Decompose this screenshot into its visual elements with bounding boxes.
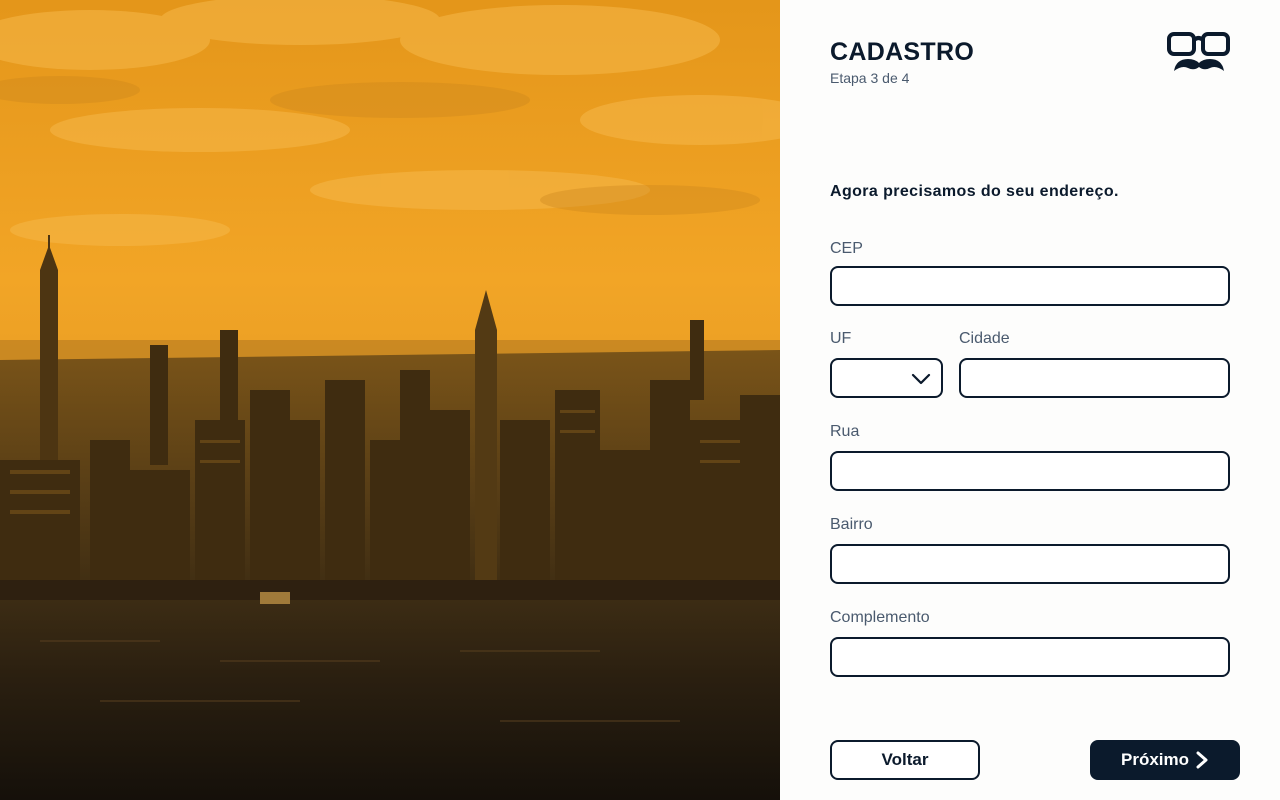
page-title: CADASTRO <box>830 38 975 66</box>
cidade-input[interactable] <box>961 360 1228 396</box>
complemento-field-box <box>830 637 1230 677</box>
chevron-right-icon <box>1195 751 1209 769</box>
cidade-label: Cidade <box>959 330 1010 347</box>
bairro-label: Bairro <box>830 516 873 533</box>
cep-label: CEP <box>830 240 863 257</box>
chevron-down-icon <box>911 369 931 389</box>
uf-label: UF <box>830 330 852 347</box>
city-skyline-image <box>0 0 780 800</box>
bairro-field-box <box>830 544 1230 584</box>
form-intro: Agora precisamos do seu endereço. <box>830 183 1119 200</box>
step-indicator: Etapa 3 de 4 <box>830 70 910 86</box>
next-button[interactable]: Próximo <box>1090 740 1240 780</box>
back-button[interactable]: Voltar <box>830 740 980 780</box>
next-button-label: Próximo <box>1120 750 1190 769</box>
cep-input[interactable] <box>832 268 1228 304</box>
complemento-input[interactable] <box>832 639 1228 675</box>
cidade-field-box <box>959 358 1230 398</box>
cep-field-box <box>830 266 1230 306</box>
back-button-label: Voltar <box>881 750 929 769</box>
complemento-label: Complemento <box>830 609 930 626</box>
hero-city-image <box>0 0 780 800</box>
rua-input[interactable] <box>832 453 1228 489</box>
rua-field-box <box>830 451 1230 491</box>
registration-panel: CADASTRO Etapa 3 de 4 Agora precisamos d… <box>780 0 1280 800</box>
bairro-input[interactable] <box>832 546 1228 582</box>
uf-select[interactable] <box>830 358 943 398</box>
glasses-mustache-icon <box>1166 30 1232 74</box>
rua-label: Rua <box>830 423 860 440</box>
